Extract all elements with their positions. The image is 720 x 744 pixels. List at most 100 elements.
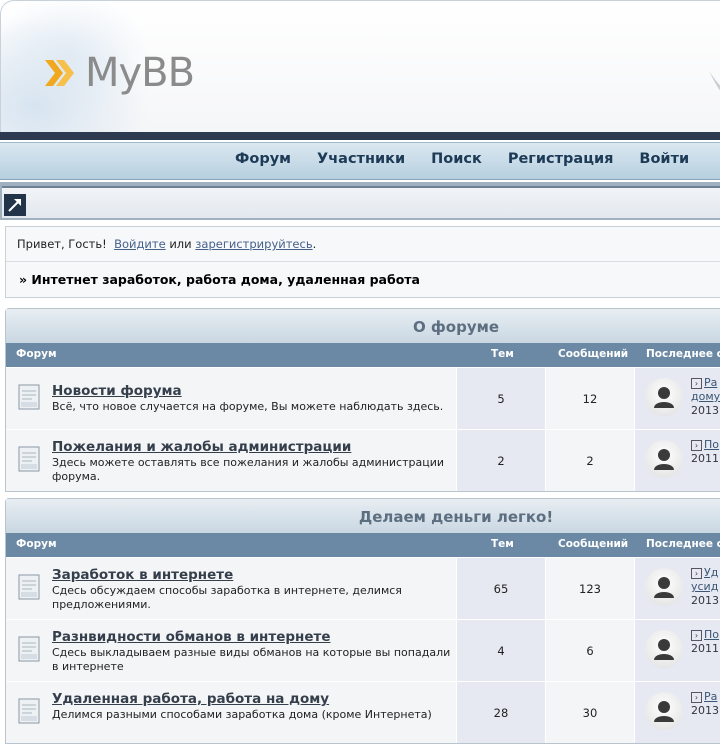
- posts-count: 2: [586, 454, 594, 468]
- forum-name-link[interactable]: Новости форума: [52, 383, 182, 399]
- breadcrumb[interactable]: » Интетнет заработок, работа дома, удале…: [19, 272, 420, 287]
- last-post-link[interactable]: Ра: [704, 376, 717, 389]
- category-about-forum: О форуме Форум Тем Сообщений Последнее с…: [5, 308, 720, 492]
- user-silhouette-icon: [654, 701, 674, 722]
- avatar[interactable]: [645, 692, 683, 730]
- register-link[interactable]: зарегистрируйтесь: [195, 237, 312, 251]
- forum-row: Удаленная работа, работа на дому Делимся…: [6, 681, 720, 743]
- col-posts: Сообщений: [558, 538, 629, 550]
- forum-status-icon: [18, 698, 40, 724]
- last-post-date: 2013: [691, 704, 719, 717]
- avatar[interactable]: [645, 568, 683, 606]
- last-post-link[interactable]: По: [704, 438, 719, 451]
- login-link[interactable]: Войдите: [114, 237, 166, 251]
- site-logo[interactable]: MyBB: [45, 50, 195, 96]
- go-to-post-icon[interactable]: ›: [691, 439, 702, 451]
- category-title: О форуме: [6, 309, 720, 343]
- last-post-link[interactable]: Уд: [704, 566, 718, 579]
- category-money: Делаем деньги легко! Форум Тем Сообщений…: [5, 498, 720, 744]
- forum-status-icon: [18, 446, 40, 472]
- last-post-info: › По 2011: [691, 628, 720, 656]
- forum-status-icon: [18, 636, 40, 662]
- last-post-link[interactable]: Ра: [704, 690, 717, 703]
- topics-count: 28: [493, 706, 509, 720]
- forum-description: Здесь можете оставлять все пожелания и ж…: [52, 456, 445, 483]
- nav-item-login[interactable]: Войти: [639, 151, 689, 167]
- table-header: Форум Тем Сообщений Последнее со: [6, 533, 720, 557]
- dot-text: .: [312, 237, 317, 251]
- posts-count: 30: [582, 706, 598, 720]
- greeting: Привет, Гость!: [17, 237, 107, 251]
- forum-description: Сдесь выкладываем разные виды обманов на…: [52, 646, 451, 673]
- col-topics: Тем: [491, 538, 514, 550]
- welcome-divider: [6, 261, 720, 262]
- or-text: или: [169, 237, 192, 251]
- panel-bar: [0, 182, 720, 220]
- user-silhouette-icon: [654, 387, 674, 408]
- site-header: MyBB: [0, 0, 720, 134]
- forum-row: Пожелания и жалобы администрации Здесь м…: [6, 429, 720, 491]
- topics-count: 4: [497, 644, 505, 658]
- topics-count: 65: [493, 582, 509, 596]
- topics-count: 2: [497, 454, 505, 468]
- last-post-date: 2011: [691, 642, 719, 655]
- go-to-post-icon[interactable]: ›: [691, 691, 702, 703]
- nav-item-search[interactable]: Поиск: [431, 151, 482, 167]
- logo-text: MyBB: [85, 50, 195, 96]
- header-decoration-icon: [709, 71, 720, 91]
- last-post-date: 2013: [691, 594, 719, 607]
- nav-item-forum[interactable]: Форум: [235, 151, 291, 167]
- user-silhouette-icon: [654, 639, 674, 660]
- panel-bar-inner: [2, 186, 720, 218]
- forum-row: Разнвидности обманов в интернете Сдесь в…: [6, 619, 720, 681]
- last-post-info: › Ра дому 2013: [691, 376, 720, 418]
- last-post-info: › Уд усид 2013: [691, 566, 720, 608]
- expand-icon[interactable]: [4, 194, 26, 216]
- forum-description: Всё, что новое случается на форуме, Вы м…: [52, 400, 444, 413]
- col-posts: Сообщений: [558, 348, 629, 360]
- avatar[interactable]: [645, 630, 683, 668]
- forum-name-link[interactable]: Удаленная работа, работа на дому: [52, 691, 329, 707]
- forum-name-link[interactable]: Заработок в интернете: [52, 567, 233, 583]
- last-post-info: › По 2011: [691, 438, 720, 466]
- table-header: Форум Тем Сообщений Последнее со: [6, 343, 720, 367]
- go-to-post-icon[interactable]: ›: [691, 567, 702, 579]
- col-topics: Тем: [491, 348, 514, 360]
- category-title-text[interactable]: Делаем деньги легко!: [6, 508, 720, 526]
- posts-count: 123: [579, 582, 601, 596]
- category-title: Делаем деньги легко!: [6, 499, 720, 533]
- last-post-link-cont[interactable]: усид: [691, 580, 718, 593]
- nav-item-members[interactable]: Участники: [317, 151, 405, 167]
- forum-row: Новости форума Всё, что новое случается …: [6, 367, 720, 429]
- user-silhouette-icon: [654, 449, 674, 470]
- forum-status-icon: [18, 574, 40, 600]
- last-post-link[interactable]: По: [704, 628, 719, 641]
- welcome-text: Привет, Гость! Войдите или зарегистрируй…: [17, 237, 316, 251]
- nav-item-register[interactable]: Регистрация: [508, 151, 614, 167]
- forum-row: Заработок в интернете Сдесь обсуждаем сп…: [6, 557, 720, 619]
- chevron-logo-icon: [45, 60, 74, 86]
- posts-count: 12: [582, 392, 598, 406]
- col-last: Последнее со: [646, 348, 720, 360]
- forum-name-link[interactable]: Разнвидности обманов в интернете: [52, 629, 331, 645]
- last-post-info: › Ра 2013: [691, 690, 720, 718]
- forum-description: Сдесь обсуждаем способы заработка в инте…: [52, 584, 402, 611]
- last-post-date: 2013: [691, 404, 719, 417]
- col-forum: Форум: [16, 348, 57, 360]
- category-title-text[interactable]: О форуме: [6, 318, 720, 336]
- col-forum: Форум: [16, 538, 57, 550]
- last-post-link-cont[interactable]: дому: [691, 390, 720, 403]
- go-to-post-icon[interactable]: ›: [691, 629, 702, 641]
- topics-count: 5: [497, 392, 505, 406]
- col-last: Последнее со: [646, 538, 720, 550]
- go-to-post-icon[interactable]: ›: [691, 377, 702, 389]
- forum-name-link[interactable]: Пожелания и жалобы администрации: [52, 439, 351, 455]
- header-divider: [0, 132, 720, 140]
- forum-status-icon: [18, 384, 40, 410]
- last-post-date: 2011: [691, 452, 719, 465]
- welcome-panel: Привет, Гость! Войдите или зарегистрируй…: [5, 226, 720, 298]
- main-nav: Форум Участники Поиск Регистрация Войти: [0, 142, 720, 180]
- posts-count: 6: [586, 644, 594, 658]
- avatar[interactable]: [645, 440, 683, 478]
- avatar[interactable]: [645, 378, 683, 416]
